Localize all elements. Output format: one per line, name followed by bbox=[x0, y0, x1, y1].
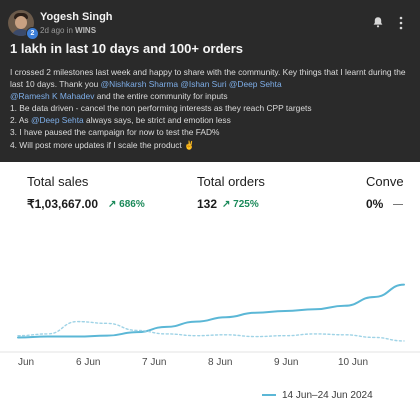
avatar-face bbox=[15, 16, 27, 29]
mention-link[interactable]: @Deep Sehta bbox=[31, 115, 84, 125]
body-text: and the entire community for inputs bbox=[94, 91, 228, 102]
body-text: 1. Be data driven - cancel the non perfo… bbox=[10, 103, 312, 114]
body-text: always says, be strict and emotion less bbox=[83, 115, 231, 126]
series-current-line bbox=[17, 283, 405, 339]
conversion-value: 0% bbox=[366, 197, 384, 211]
x-tick: 10 Jun bbox=[338, 357, 369, 368]
mention-link[interactable]: @Deep Sehta bbox=[229, 79, 282, 89]
legend-label: 14 Jun–24 Jun 2024 bbox=[282, 390, 373, 401]
body-text: 2. As bbox=[10, 115, 31, 126]
post-time: 2d ago in bbox=[40, 26, 73, 35]
analytics-screenshot: Total sales ₹1,03,667.00 ↗ 686% Total or… bbox=[0, 162, 420, 420]
level-badge: 2 bbox=[26, 27, 39, 40]
mention-link[interactable]: @Nishkarsh Sharma bbox=[101, 79, 178, 89]
more-options-icon[interactable] bbox=[398, 16, 404, 30]
post-title: 1 lakh in last 10 days and 100+ orders bbox=[10, 41, 244, 56]
total-orders-value: 132 bbox=[197, 197, 218, 211]
post-body: I crossed 2 milestones last week and hap… bbox=[10, 66, 415, 151]
conversion-label: Conve bbox=[366, 174, 404, 189]
conversion-delta: — bbox=[393, 199, 403, 210]
total-orders-delta: ↗ 725% bbox=[222, 199, 259, 210]
mention-link[interactable]: @Ishan Suri bbox=[180, 79, 226, 89]
x-tick: 6 Jun bbox=[76, 357, 101, 368]
body-text: 3. I have paused the campaign for now to… bbox=[10, 127, 220, 138]
body-text: 4. Will post more updates if I scale the… bbox=[10, 139, 195, 150]
total-orders-label: Total orders bbox=[197, 174, 265, 189]
post-meta: 2d ago in WINS bbox=[40, 26, 96, 35]
mention-link[interactable]: @Ramesh K Mahadev bbox=[10, 91, 94, 101]
post-card: 2 Yogesh Singh 2d ago in WINS 1 lakh in … bbox=[0, 0, 420, 162]
post-group[interactable]: WINS bbox=[75, 26, 96, 35]
total-sales-label: Total sales bbox=[27, 174, 89, 189]
x-tick: 7 Jun bbox=[142, 357, 167, 368]
series-comparison-line bbox=[17, 320, 405, 342]
x-tick: 9 Jun bbox=[274, 357, 299, 368]
total-sales-value: ₹1,03,667.00 bbox=[27, 197, 99, 211]
sales-line-chart bbox=[0, 283, 420, 353]
legend-swatch bbox=[262, 394, 276, 397]
chart-legend[interactable]: 14 Jun–24 Jun 2024 bbox=[262, 390, 373, 401]
x-tick: 8 Jun bbox=[208, 357, 233, 368]
x-tick: Jun bbox=[18, 357, 35, 368]
bell-icon[interactable] bbox=[372, 16, 384, 28]
author-name[interactable]: Yogesh Singh bbox=[40, 11, 113, 23]
total-sales-delta: ↗ 686% bbox=[108, 199, 145, 210]
